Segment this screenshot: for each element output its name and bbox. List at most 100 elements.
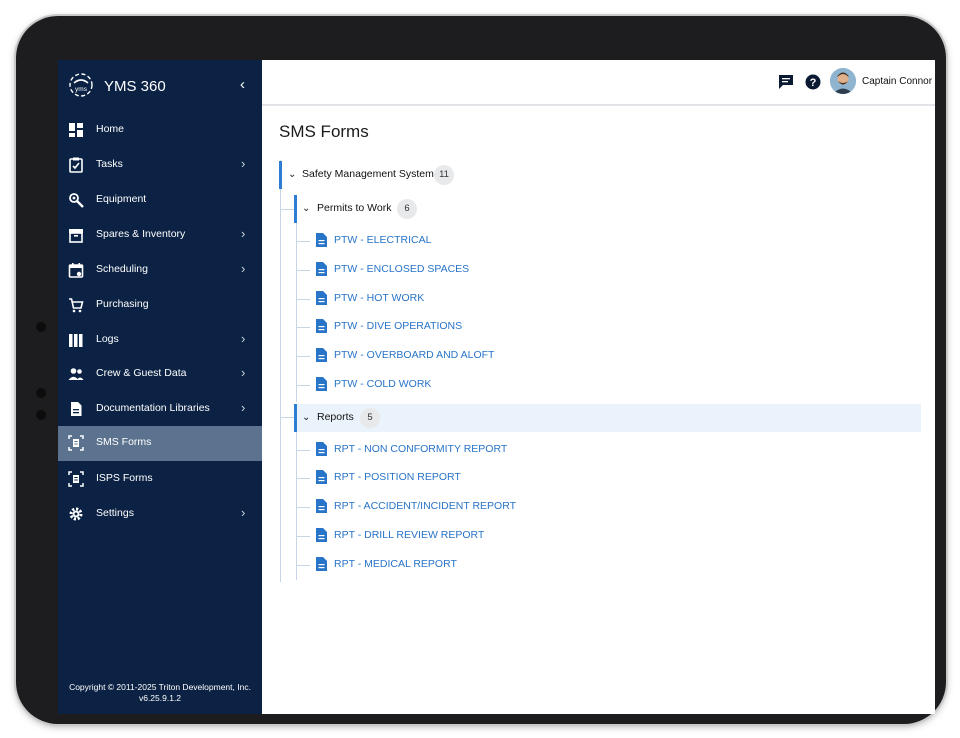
sidebar-item-label: Spares & Inventory [96, 228, 186, 240]
wrench-gear-icon [69, 193, 84, 208]
page-title: SMS Forms [279, 122, 369, 141]
scan-document-icon [68, 435, 84, 451]
sidebar-item-purchasing[interactable]: Purchasing [58, 288, 262, 322]
document-icon [316, 528, 327, 542]
form-link-ptw-overboard-and-aloft[interactable]: PTW - OVERBOARD AND ALOFT [296, 345, 596, 367]
tree-node-label: Permits to Work [317, 202, 392, 214]
clipboard-check-icon [69, 157, 83, 173]
sidebar-item-label: Documentation Libraries [96, 402, 210, 414]
sidebar-item-label: Tasks [96, 158, 123, 170]
camera-dot [36, 410, 46, 420]
chevron-right-icon: › [241, 261, 246, 276]
tree-connector [296, 327, 310, 328]
tree-connector [296, 385, 310, 386]
count-badge: 5 [360, 408, 380, 428]
sidebar-item-label: Purchasing [96, 298, 149, 310]
form-link-ptw-dive-operations[interactable]: PTW - DIVE OPERATIONS [296, 316, 596, 338]
tree-group-permits-to-work[interactable]: ⌄ Permits to Work 6 [298, 196, 438, 222]
form-link-label: PTW - COLD WORK [334, 378, 432, 390]
tree-connector [296, 356, 310, 357]
sidebar-item-documentation-libraries[interactable]: Documentation Libraries › [58, 392, 262, 426]
document-icon [316, 499, 327, 513]
sidebar-item-equipment[interactable]: Equipment [58, 183, 262, 217]
app-screen: yms YMS 360 ‹ Home Tasks › Equipment Spa… [58, 60, 935, 714]
version-text: v6.25.9.1.2 [138, 693, 182, 703]
tree-connector [296, 478, 310, 479]
dashboard-icon [69, 123, 83, 137]
tree-connector [296, 299, 310, 300]
sidebar-item-crew-guest-data[interactable]: Crew & Guest Data › [58, 357, 262, 391]
tree-connector [296, 565, 310, 566]
form-link-rpt-accident-incident-report[interactable]: RPT - ACCIDENT/INCIDENT REPORT [296, 496, 616, 518]
chevron-right-icon: › [241, 156, 246, 171]
calendar-icon [68, 263, 84, 278]
avatar[interactable] [830, 68, 856, 94]
form-link-label: RPT - ACCIDENT/INCIDENT REPORT [334, 500, 517, 512]
sidebar-item-label: Settings [96, 507, 134, 519]
group-indicator [294, 195, 297, 223]
form-link-label: RPT - DRILL REVIEW REPORT [334, 529, 485, 541]
tree-connector [296, 536, 310, 537]
form-link-label: RPT - NON CONFORMITY REPORT [334, 443, 508, 455]
form-link-rpt-drill-review-report[interactable]: RPT - DRILL REVIEW REPORT [296, 525, 616, 547]
tree-connector [280, 417, 294, 418]
form-link-label: RPT - MEDICAL REPORT [334, 558, 457, 570]
sidebar-item-logs[interactable]: Logs › [58, 323, 262, 357]
form-link-ptw-enclosed-spaces[interactable]: PTW - ENCLOSED SPACES [296, 259, 596, 281]
tree-connector [296, 241, 310, 242]
sidebar-item-label: Home [96, 123, 125, 135]
sidebar-item-label: Logs [96, 333, 119, 345]
sidebar-item-tasks[interactable]: Tasks › [58, 148, 262, 182]
sidebar-item-sms-forms[interactable]: SMS Forms [58, 426, 262, 461]
form-link-rpt-non-conformity-report[interactable]: RPT - NON CONFORMITY REPORT [296, 439, 616, 461]
gear-icon [69, 507, 83, 521]
sidebar-item-spares-inventory[interactable]: Spares & Inventory › [58, 218, 262, 252]
form-link-rpt-position-report[interactable]: RPT - POSITION REPORT [296, 467, 616, 489]
sidebar-item-settings[interactable]: Settings › [58, 497, 262, 531]
sidebar-item-label: Scheduling [96, 263, 148, 275]
form-link-ptw-hot-work[interactable]: PTW - HOT WORK [296, 288, 596, 310]
sidebar-item-home[interactable]: Home [58, 113, 262, 147]
sidebar-item-isps-forms[interactable]: ISPS Forms [58, 462, 262, 496]
scan-document-icon [68, 471, 84, 487]
document-icon [316, 470, 327, 484]
chat-icon[interactable] [778, 74, 794, 90]
form-link-label: PTW - ELECTRICAL [334, 234, 432, 246]
svg-text:?: ? [810, 77, 817, 89]
chevron-down-icon[interactable]: ⌄ [302, 203, 310, 214]
tree-group-reports[interactable]: ⌄ Reports 5 [298, 405, 438, 431]
chevron-right-icon: › [241, 331, 246, 346]
count-badge: 6 [397, 199, 417, 219]
tree-root-safety-management-system[interactable]: ⌄ Safety Management System 11 [284, 162, 484, 188]
sidebar-item-label: ISPS Forms [96, 472, 153, 484]
sidebar: yms YMS 360 ‹ Home Tasks › Equipment Spa… [58, 60, 262, 714]
form-link-ptw-cold-work[interactable]: PTW - COLD WORK [296, 374, 596, 396]
user-name[interactable]: Captain Connor [862, 76, 932, 87]
help-icon[interactable]: ? [805, 74, 821, 90]
group-indicator [294, 404, 297, 432]
copyright-text: Copyright © 2011-2025 Triton Development… [69, 682, 251, 692]
tree-node-label: Reports [317, 411, 354, 423]
form-link-label: PTW - OVERBOARD AND ALOFT [334, 349, 495, 361]
top-bar: ? Captain Connor [262, 60, 935, 106]
tree-connector [296, 507, 310, 508]
sidebar-item-scheduling[interactable]: Scheduling › [58, 253, 262, 287]
form-link-rpt-medical-report[interactable]: RPT - MEDICAL REPORT [296, 554, 616, 576]
brand: yms YMS 360 ‹ [58, 60, 262, 112]
sidebar-item-label: SMS Forms [96, 436, 152, 448]
chevron-down-icon[interactable]: ⌄ [288, 169, 296, 180]
tablet-frame: yms YMS 360 ‹ Home Tasks › Equipment Spa… [16, 16, 946, 724]
tree-connector [296, 270, 310, 271]
tree-connector [296, 450, 310, 451]
form-link-ptw-electrical[interactable]: PTW - ELECTRICAL [296, 230, 596, 252]
tree-node-label: Safety Management System [302, 168, 434, 180]
form-link-label: RPT - POSITION REPORT [334, 471, 461, 483]
chevron-down-icon[interactable]: ⌄ [302, 412, 310, 423]
document-icon [316, 233, 327, 247]
document-icon [316, 319, 327, 333]
archive-box-icon [69, 229, 83, 243]
collapse-sidebar-button[interactable]: ‹ [240, 76, 245, 93]
app-name: YMS 360 [104, 78, 166, 95]
tree-guide-line [280, 160, 281, 582]
form-link-label: PTW - DIVE OPERATIONS [334, 320, 463, 332]
